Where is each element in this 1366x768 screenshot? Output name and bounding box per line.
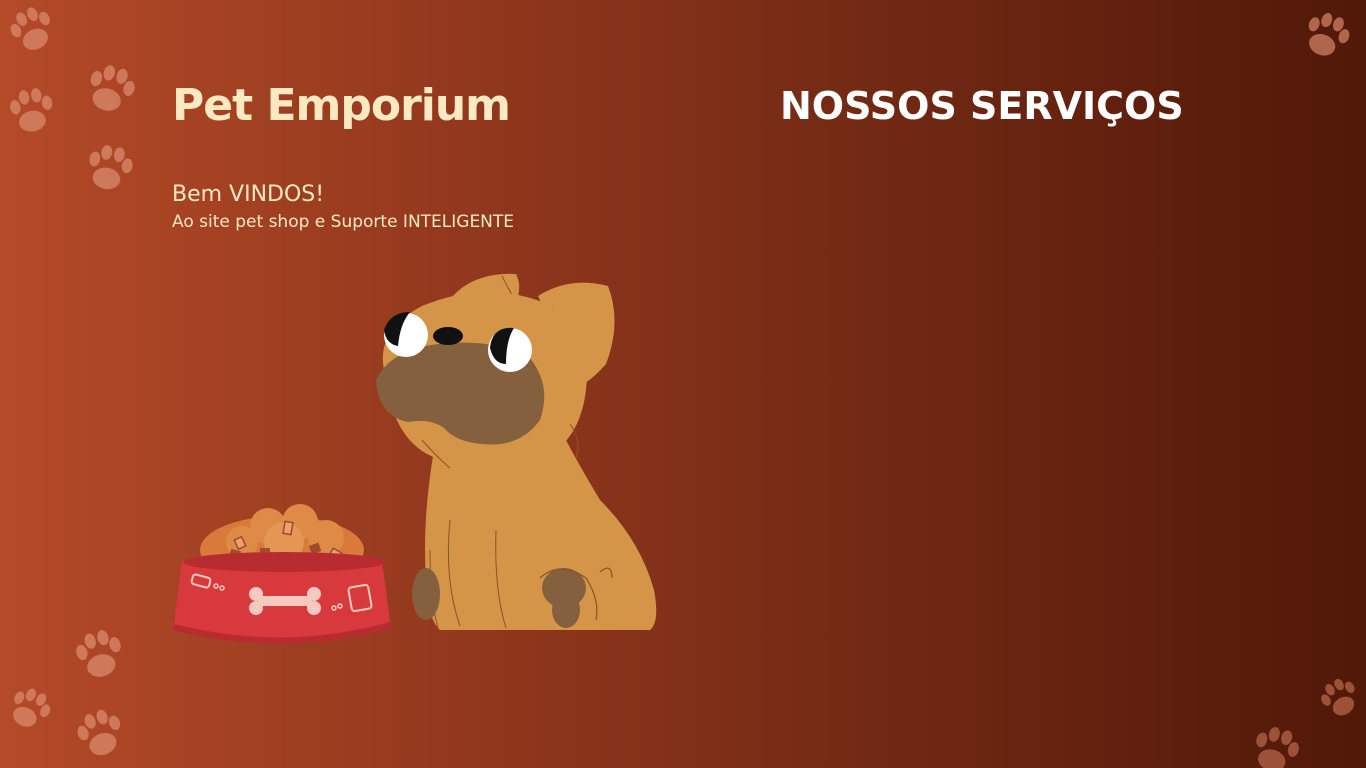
paw-print-icon bbox=[77, 709, 121, 756]
food-bowl-icon bbox=[172, 504, 392, 644]
welcome-subtitle: Ao site pet shop e Suporte INTELIGENTE bbox=[172, 212, 515, 232]
pug-with-food-bowl-illustration bbox=[172, 273, 657, 644]
paw-print-icon bbox=[89, 145, 133, 190]
paw-print-icon bbox=[76, 630, 121, 677]
services-section-title: NOSSOS SERVIÇOS bbox=[780, 84, 1184, 128]
welcome-heading: Bem VINDOS! bbox=[172, 182, 325, 207]
paw-print-icon bbox=[1256, 727, 1299, 768]
pug-dog-icon bbox=[376, 273, 657, 630]
paw-print-icon bbox=[13, 688, 51, 727]
brand-logo-text: Pet Emporium bbox=[172, 80, 511, 131]
paw-print-icon bbox=[1308, 13, 1350, 56]
paw-print-icon bbox=[10, 7, 50, 50]
paw-print-icon bbox=[90, 65, 135, 111]
paw-print-icon bbox=[1321, 678, 1355, 716]
paw-print-icon bbox=[10, 88, 53, 132]
